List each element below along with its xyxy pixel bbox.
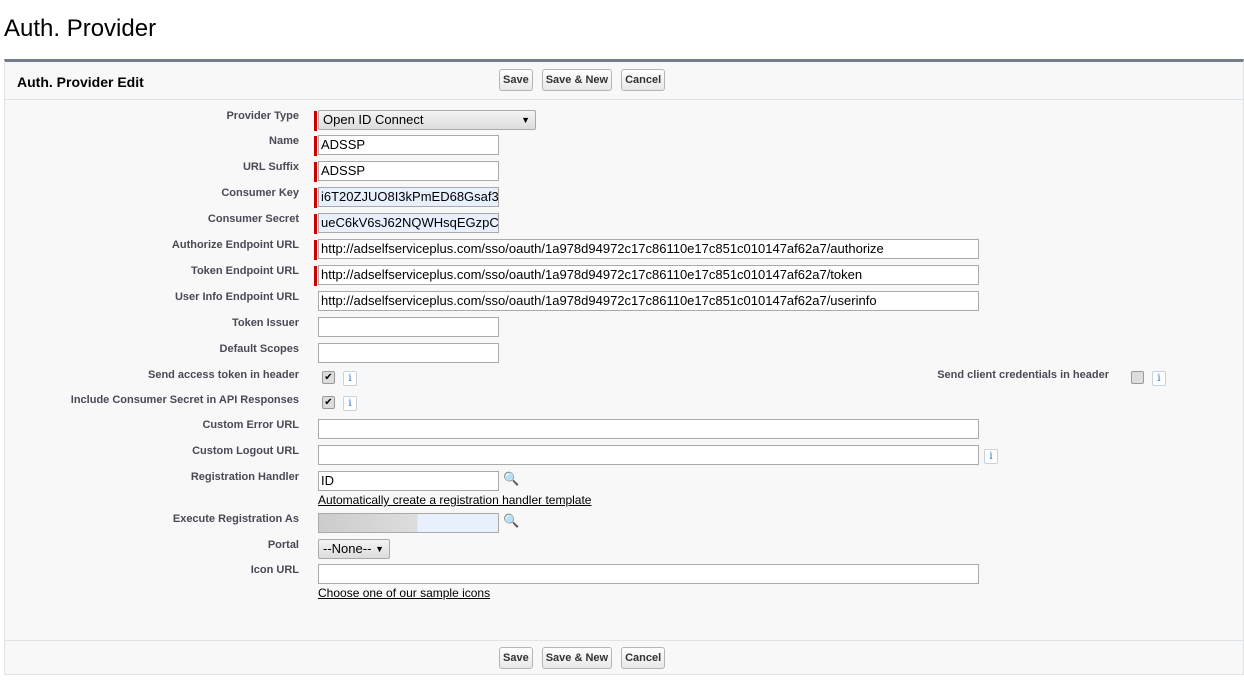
consumer-secret-input[interactable]: ueC6kV6sJ62NQWHsqEGzpC xyxy=(318,213,499,233)
save-new-button[interactable]: Save & New xyxy=(542,69,612,91)
page-title: Auth. Provider xyxy=(4,15,156,43)
field-label: Provider Type xyxy=(226,110,299,122)
dropdown-arrow-icon: ▼ xyxy=(375,540,384,558)
create-registration-handler-link[interactable]: Automatically create a registration hand… xyxy=(318,493,591,507)
send-client-credentials-checkbox[interactable] xyxy=(1131,371,1144,384)
sample-icons-link[interactable]: Choose one of our sample icons xyxy=(318,586,490,600)
info-icon[interactable]: i xyxy=(343,371,357,386)
field-label: Send access token in header xyxy=(148,369,299,381)
select-value: Open ID Connect xyxy=(323,112,423,127)
field-label: Include Consumer Secret in API Responses xyxy=(71,394,299,406)
send-access-token-checkbox[interactable]: ✔ xyxy=(322,371,335,384)
select-value: --None-- xyxy=(323,541,371,556)
field-label: Execute Registration As xyxy=(173,513,299,525)
field-label: Name xyxy=(269,135,299,147)
field-label: Token Issuer xyxy=(232,317,299,329)
required-marker xyxy=(314,214,317,234)
panel-footer: Save Save & New Cancel xyxy=(5,640,1243,678)
info-icon[interactable]: i xyxy=(984,449,998,464)
cancel-button[interactable]: Cancel xyxy=(621,647,665,669)
default-scopes-input[interactable] xyxy=(318,343,499,363)
execute-as-input[interactable] xyxy=(318,513,499,533)
field-label: Portal xyxy=(268,539,299,551)
portal-select[interactable]: --None-- ▼ xyxy=(318,539,390,559)
lookup-icon[interactable]: 🔍 xyxy=(503,513,519,529)
name-input[interactable]: ADSSP xyxy=(318,135,499,155)
required-marker xyxy=(314,136,317,156)
provider-type-select[interactable]: Open ID Connect ▼ xyxy=(318,110,536,130)
field-label: Icon URL xyxy=(251,564,299,576)
field-label: Authorize Endpoint URL xyxy=(172,239,299,251)
edit-panel: Auth. Provider Edit Save Save & New Canc… xyxy=(4,59,1244,675)
token-issuer-input[interactable] xyxy=(318,317,499,337)
field-label: Consumer Secret xyxy=(208,213,299,225)
field-label: Consumer Key xyxy=(221,187,299,199)
save-button[interactable]: Save xyxy=(499,69,533,91)
field-label: Custom Logout URL xyxy=(192,445,299,457)
token-url-input[interactable]: http://adselfserviceplus.com/sso/oauth/1… xyxy=(318,265,979,285)
field-label: Token Endpoint URL xyxy=(191,265,299,277)
authorize-url-input[interactable]: http://adselfserviceplus.com/sso/oauth/1… xyxy=(318,239,979,259)
required-marker xyxy=(314,162,317,182)
custom-error-url-input[interactable] xyxy=(318,419,979,439)
registration-handler-input[interactable]: ID xyxy=(318,471,499,491)
field-label: Default Scopes xyxy=(220,343,299,355)
panel-header: Auth. Provider Edit Save Save & New Canc… xyxy=(5,62,1243,100)
save-button[interactable]: Save xyxy=(499,647,533,669)
section-title: Auth. Provider Edit xyxy=(17,74,144,90)
field-label: Send client credentials in header xyxy=(937,369,1109,381)
info-icon[interactable]: i xyxy=(1152,371,1166,386)
save-new-button[interactable]: Save & New xyxy=(542,647,612,669)
field-label: Custom Error URL xyxy=(202,419,299,431)
consumer-key-input[interactable]: i6T20ZJUO8I3kPmED68Gsaf3 xyxy=(318,187,499,207)
required-marker xyxy=(314,111,317,131)
cancel-button[interactable]: Cancel xyxy=(621,69,665,91)
required-marker xyxy=(314,266,317,286)
userinfo-url-input[interactable]: http://adselfserviceplus.com/sso/oauth/1… xyxy=(318,291,979,311)
url-suffix-input[interactable]: ADSSP xyxy=(318,161,499,181)
dropdown-arrow-icon: ▼ xyxy=(521,111,530,129)
field-label: Registration Handler xyxy=(191,471,299,483)
field-label: User Info Endpoint URL xyxy=(175,291,299,303)
icon-url-input[interactable] xyxy=(318,564,979,584)
include-consumer-secret-checkbox[interactable]: ✔ xyxy=(322,396,335,409)
custom-logout-url-input[interactable] xyxy=(318,445,979,465)
field-label: URL Suffix xyxy=(243,161,299,173)
info-icon[interactable]: i xyxy=(343,396,357,411)
required-marker xyxy=(314,188,317,208)
required-marker xyxy=(314,240,317,260)
lookup-icon[interactable]: 🔍 xyxy=(503,471,519,487)
